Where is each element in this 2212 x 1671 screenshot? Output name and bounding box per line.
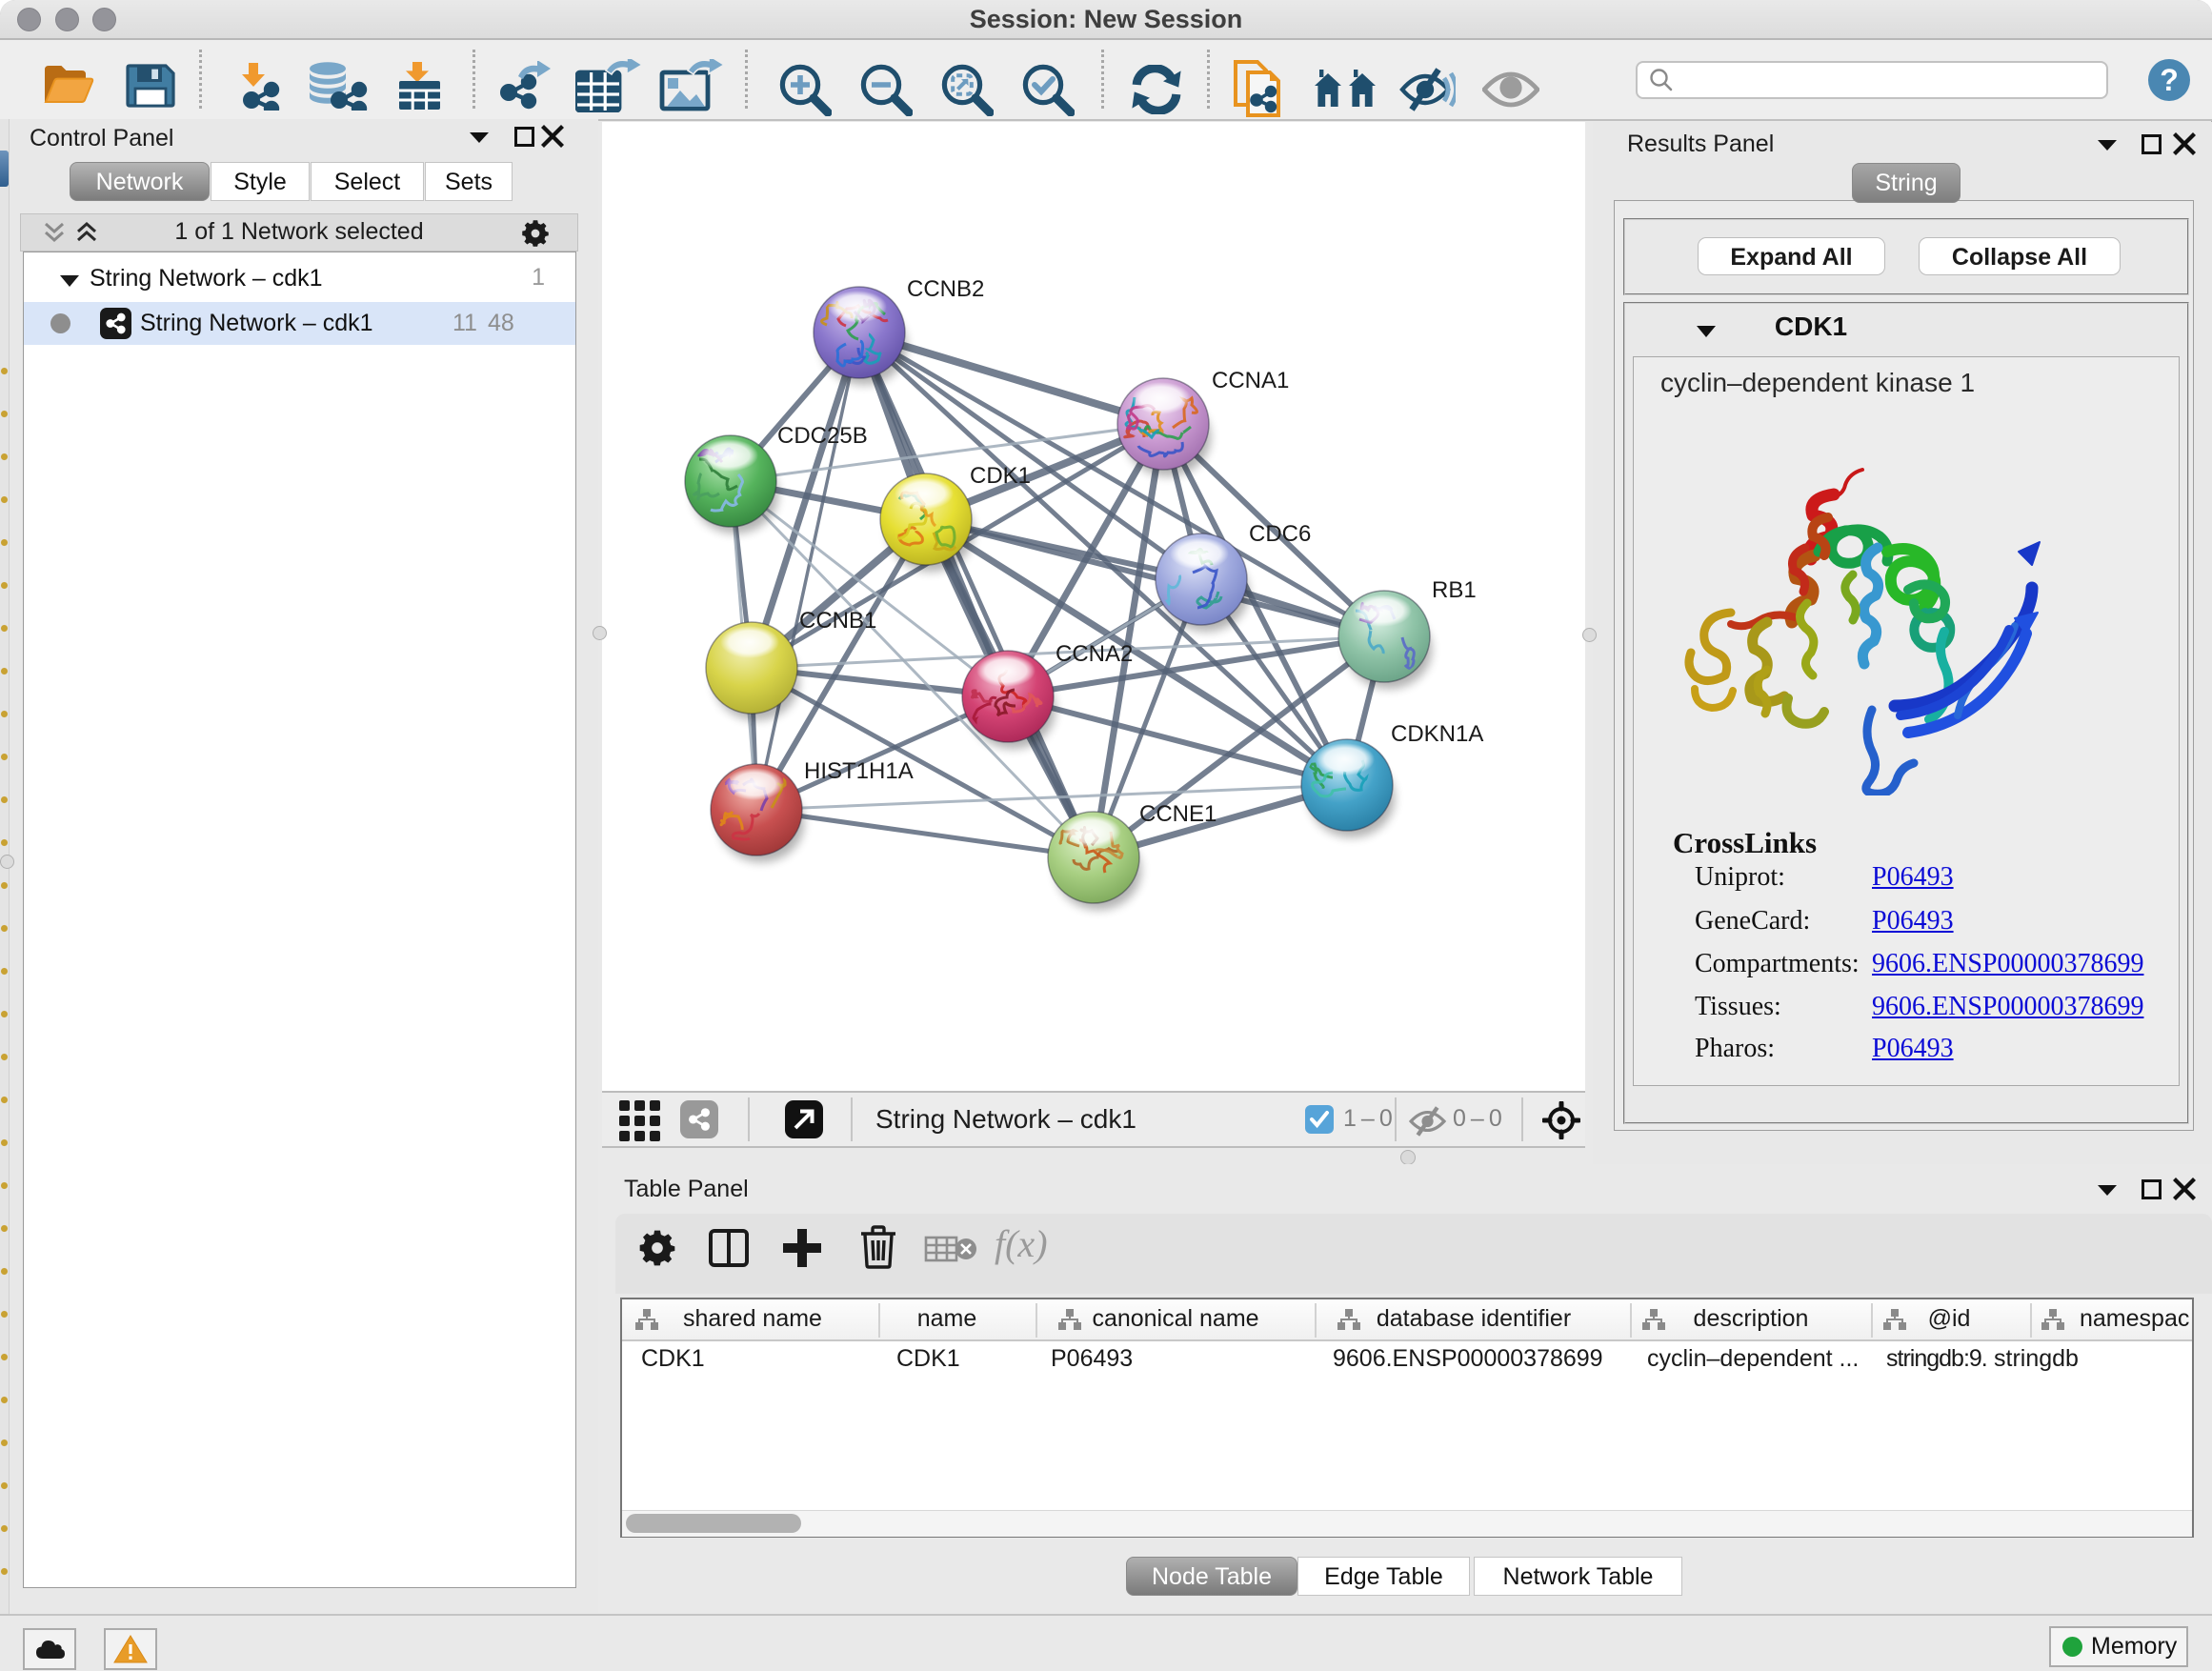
svg-text:CCNB1: CCNB1 (799, 608, 876, 634)
svg-text:CDC25B: CDC25B (777, 423, 868, 449)
svg-text:CDC6: CDC6 (1249, 521, 1311, 547)
svg-text:CCNA1: CCNA1 (1212, 368, 1289, 393)
svg-text:CCNA2: CCNA2 (1056, 641, 1133, 667)
svg-text:CDK1: CDK1 (970, 463, 1031, 489)
svg-text:RB1: RB1 (1432, 577, 1477, 603)
svg-text:CDKN1A: CDKN1A (1391, 721, 1483, 747)
svg-text:HIST1H1A: HIST1H1A (804, 758, 914, 784)
svg-text:CCNB2: CCNB2 (907, 276, 984, 302)
svg-text:?: ? (2160, 63, 2179, 97)
svg-text:CCNE1: CCNE1 (1139, 801, 1217, 827)
